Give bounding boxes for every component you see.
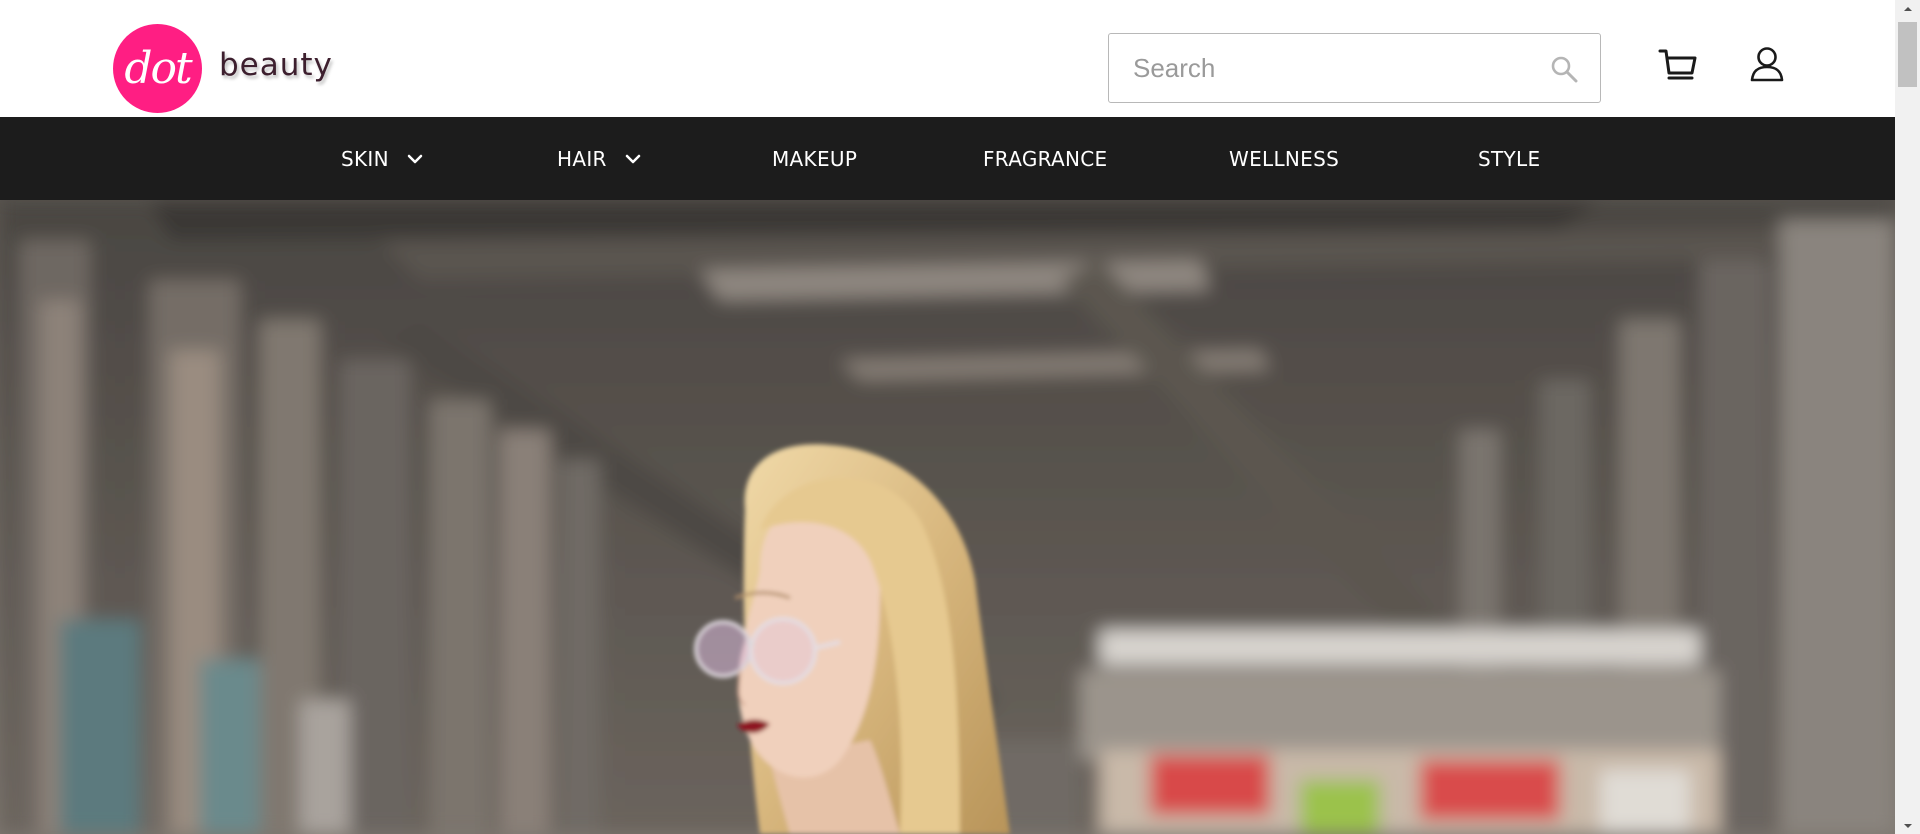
nav-item-label: SKIN xyxy=(341,146,389,171)
nav-item-skin[interactable]: SKIN xyxy=(341,117,423,200)
chevron-down-icon xyxy=(407,154,423,163)
user-icon[interactable] xyxy=(1750,46,1784,82)
nav-item-label: STYLE xyxy=(1478,146,1541,171)
search-input[interactable] xyxy=(1109,34,1553,102)
nav-item-label: FRAGRANCE xyxy=(983,146,1108,171)
nav-item-label: WELLNESS xyxy=(1229,146,1340,171)
nav-item-style[interactable]: STYLE xyxy=(1478,117,1540,200)
viewport: dot beauty SKIN xyxy=(0,0,1895,834)
hero-photo xyxy=(0,200,1895,834)
chevron-down-icon xyxy=(625,154,640,163)
nav-item-fragrance[interactable]: FRAGRANCE xyxy=(983,117,1107,200)
search-box xyxy=(1108,33,1601,103)
page-scrollbar[interactable] xyxy=(1895,0,1920,834)
nav-item-hair[interactable]: HAIR xyxy=(557,117,641,200)
search-icon[interactable] xyxy=(1550,55,1578,83)
site-header: dot beauty xyxy=(0,0,1895,117)
nav-item-label: MAKEUP xyxy=(772,146,858,171)
logo-mark-text: dot xyxy=(124,43,192,94)
brand-logo[interactable]: dot beauty xyxy=(113,24,333,113)
scrollbar-thumb[interactable] xyxy=(1898,22,1917,87)
logo-mark: dot xyxy=(113,24,202,113)
scroll-up-arrow-icon[interactable] xyxy=(1895,0,1920,17)
nav-item-wellness[interactable]: WELLNESS xyxy=(1229,117,1339,200)
page: dot beauty SKIN xyxy=(0,0,1920,834)
hero-image xyxy=(0,200,1895,834)
main-nav: SKIN HAIR MAKEUP FRAGRANCE WELLNESS STYL… xyxy=(0,117,1895,200)
logo-wordmark: beauty xyxy=(219,46,333,83)
cart-icon[interactable] xyxy=(1658,45,1698,85)
nav-item-makeup[interactable]: MAKEUP xyxy=(772,117,857,200)
nav-item-label: HAIR xyxy=(557,146,607,171)
scroll-down-arrow-icon[interactable] xyxy=(1895,817,1920,834)
